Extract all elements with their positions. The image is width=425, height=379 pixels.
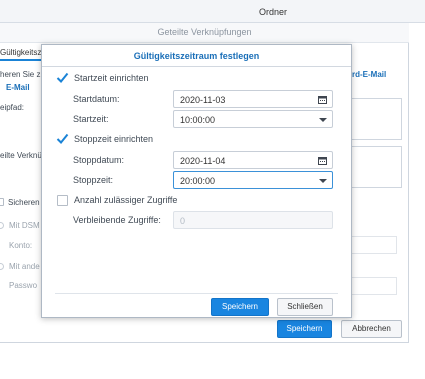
start-time-field-label: Startzeit:: [73, 114, 109, 124]
start-time-value: 10:00:00: [180, 115, 216, 125]
account-field[interactable]: [345, 236, 397, 254]
dialog-title: Gültigkeitszeitraum festlegen: [133, 51, 260, 61]
account-label: Konto:: [9, 241, 33, 250]
dialog-header: Gültigkeitszeitraum festlegen: [42, 45, 351, 67]
stop-time-select[interactable]: 20:00:00: [173, 171, 333, 189]
checkmark-icon: [56, 133, 69, 144]
password-email-link[interactable]: rd-E-Mail: [352, 70, 386, 79]
shared-link-label: eilte Verknü: [0, 151, 42, 160]
calendar-icon[interactable]: [318, 95, 327, 104]
other-option-label: Mit ande: [9, 262, 40, 271]
dialog-footer-divider: [55, 293, 338, 294]
other-radio[interactable]: [0, 263, 4, 270]
password-field[interactable]: [345, 277, 397, 295]
email-link[interactable]: E-Mail: [6, 83, 30, 92]
access-limit-checkbox[interactable]: [57, 194, 68, 206]
save-button[interactable]: Speichern: [211, 298, 269, 316]
start-time-label: Startzeit einrichten: [74, 73, 149, 83]
chevron-down-icon: [319, 118, 327, 122]
dsm-option-label: Mit DSM: [9, 221, 40, 230]
stop-time-field-label: Stoppzeit:: [73, 175, 114, 185]
stop-time-row[interactable]: Stoppzeit einrichten: [56, 132, 154, 146]
path-label: eipfad:: [0, 103, 25, 112]
cancel-button[interactable]: Abbrechen: [341, 320, 402, 338]
calendar-icon[interactable]: [318, 156, 327, 165]
start-date-field[interactable]: 2020-11-03: [173, 90, 333, 108]
start-time-select[interactable]: 10:00:00: [173, 110, 333, 128]
window-title: Geteilte Verknüpfungen: [157, 27, 252, 37]
remaining-access-value: 0: [180, 216, 186, 226]
top-bar: Ordner: [0, 0, 425, 23]
stop-date-value: 2020-11-04: [180, 156, 226, 166]
start-date-label: Startdatum:: [73, 94, 120, 104]
access-limit-row[interactable]: Anzahl zulässiger Zugriffe: [57, 193, 177, 207]
stop-time-value: 20:00:00: [180, 176, 216, 186]
start-time-checkbox[interactable]: [56, 72, 69, 84]
stop-date-label: Stoppdatum:: [73, 155, 125, 165]
password-label: Passwo: [9, 281, 38, 290]
checkmark-icon: [56, 72, 69, 83]
folder-column-title: Ordner: [259, 7, 288, 17]
validity-period-dialog: Gültigkeitszeitraum festlegen Startzeit …: [41, 44, 352, 318]
path-box: [345, 98, 402, 140]
start-time-row[interactable]: Startzeit einrichten: [56, 71, 149, 85]
info-text: heren Sie zu: [0, 70, 45, 79]
start-date-value: 2020-11-03: [180, 95, 226, 105]
save-button-background[interactable]: Speichern: [277, 320, 332, 338]
window-title-bar: Geteilte Verknüpfungen: [0, 23, 409, 43]
remaining-access-label: Verbleibende Zugriffe:: [73, 215, 161, 225]
link-box: [345, 146, 402, 188]
secure-share-checkbox[interactable]: [0, 198, 4, 206]
dsm-radio[interactable]: [0, 222, 4, 229]
access-limit-label: Anzahl zulässiger Zugriffe: [74, 195, 178, 205]
remaining-access-field[interactable]: 0: [173, 211, 333, 229]
stop-time-checkbox[interactable]: [56, 133, 69, 145]
screen: Ordner Geteilte Verknüpfungen Gültigkeit…: [0, 0, 425, 379]
stop-date-field[interactable]: 2020-11-04: [173, 151, 333, 169]
chevron-down-icon: [319, 179, 327, 183]
stop-time-label: Stoppzeit einrichten: [74, 134, 154, 144]
close-button[interactable]: Schließen: [277, 298, 333, 316]
